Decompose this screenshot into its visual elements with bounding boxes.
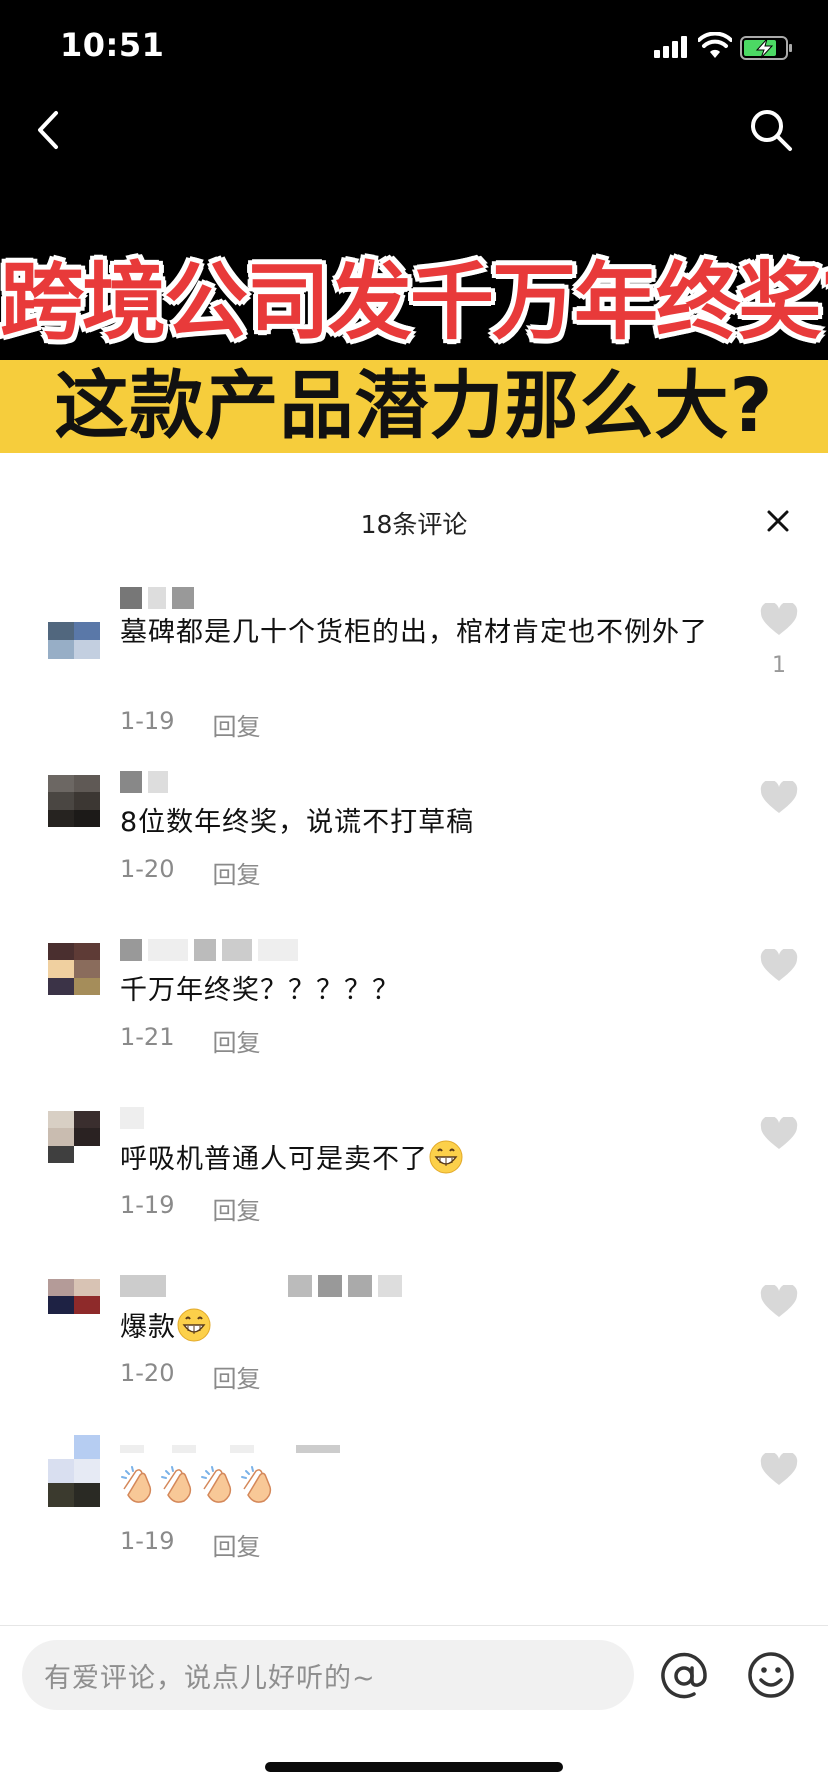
battery-charging-icon <box>740 36 792 60</box>
grin-emoji-icon <box>177 1308 211 1342</box>
comment-text: 爆款 <box>120 1307 740 1348</box>
comment-item[interactable]: 千万年终奖？？？？？ 1-21 回复 <box>0 931 828 1081</box>
status-time: 10:51 <box>60 26 165 64</box>
clap-emoji-icon <box>121 1466 152 1503</box>
comments-sheet: 18条评论 墓碑都是几十个货柜的出，棺材肯定也不例外了 1-19 回复 1 8位… <box>0 453 828 1792</box>
headline-text-2: 这款产品潜力那么大? <box>54 363 774 449</box>
reply-button[interactable]: 回复 <box>212 1191 260 1226</box>
comment-date: 1-19 <box>120 1527 175 1555</box>
username-blurred[interactable] <box>120 1275 450 1297</box>
comment-text-body: 爆款 <box>120 1312 176 1343</box>
comment-item[interactable]: 8位数年终奖，说谎不打草稿 1-20 回复 <box>0 763 828 913</box>
comment-input[interactable]: 有爱评论，说点儿好听的~ <box>22 1640 634 1710</box>
avatar[interactable] <box>48 1435 100 1507</box>
comment-date: 1-20 <box>120 855 175 883</box>
username-blurred[interactable] <box>120 939 420 961</box>
reply-button[interactable]: 回复 <box>212 707 260 742</box>
comment-meta: 1-19 回复 <box>120 1191 420 1226</box>
comment-text: 8位数年终奖，说谎不打草稿 <box>120 807 475 838</box>
avatar[interactable] <box>48 943 100 995</box>
avatar[interactable] <box>48 1111 100 1163</box>
avatar[interactable] <box>48 775 100 827</box>
comment-item[interactable]: 呼吸机普通人可是卖不了 1-19 回复 <box>0 1099 828 1249</box>
video-headline-line2: 这款产品潜力那么大? <box>0 360 828 453</box>
comment-date: 1-19 <box>120 707 175 735</box>
back-chevron-icon[interactable] <box>30 105 70 155</box>
cellular-signal-icon <box>654 36 688 58</box>
comment-text: 呼吸机普通人可是卖不了 <box>120 1139 740 1180</box>
comment-date: 1-20 <box>120 1359 175 1387</box>
comment-text <box>120 1465 740 1510</box>
comment-meta: 1-21 回复 <box>120 1023 420 1058</box>
reply-button[interactable]: 回复 <box>212 1359 260 1394</box>
username-blurred[interactable] <box>120 1445 380 1455</box>
comment-item[interactable]: 墓碑都是几十个货柜的出，棺材肯定也不例外了 1-19 回复 1 <box>0 573 828 741</box>
heart-icon[interactable] <box>760 603 798 637</box>
comment-date: 1-21 <box>120 1023 175 1051</box>
comment-item[interactable]: 爆款 1-20 回复 <box>0 1267 828 1417</box>
like-count: 1 <box>772 653 786 678</box>
comment-item[interactable]: 1-19 回复 <box>0 1435 828 1585</box>
comment-text: 千万年终奖？？？？？ <box>120 975 400 1006</box>
clap-emoji-icon <box>241 1466 272 1503</box>
at-icon[interactable] <box>658 1650 710 1702</box>
comment-date: 1-19 <box>120 1191 175 1219</box>
username-blurred[interactable] <box>120 587 380 609</box>
grin-emoji-icon <box>429 1140 463 1174</box>
home-indicator[interactable] <box>265 1762 563 1772</box>
reply-button[interactable]: 回复 <box>212 1023 260 1058</box>
heart-icon[interactable] <box>760 1285 798 1319</box>
avatar[interactable] <box>48 603 100 659</box>
video-area[interactable]: 10:51 跨境公司发千万年终奖? 这款产品潜力那么大? <box>0 0 828 453</box>
comment-text-body: 呼吸机普通人可是卖不了 <box>120 1144 428 1175</box>
smiley-icon[interactable] <box>746 1650 796 1700</box>
comments-count-title: 18条评论 <box>360 510 468 539</box>
comment-meta: 1-20 回复 <box>120 855 420 890</box>
comment-meta: 1-20 回复 <box>120 1359 420 1394</box>
status-bar: 10:51 <box>0 0 828 100</box>
heart-icon[interactable] <box>760 781 798 815</box>
reply-button[interactable]: 回复 <box>212 1527 260 1562</box>
avatar[interactable] <box>48 1279 100 1331</box>
headline-text-1: 跨境公司发千万年终奖? <box>0 253 828 351</box>
username-blurred[interactable] <box>120 1107 380 1129</box>
heart-icon[interactable] <box>760 949 798 983</box>
heart-icon[interactable] <box>760 1117 798 1151</box>
divider <box>0 1625 828 1626</box>
wifi-icon <box>698 32 732 58</box>
search-icon[interactable] <box>746 105 796 155</box>
video-headline-line1: 跨境公司发千万年终奖? <box>0 252 828 352</box>
username-blurred[interactable] <box>120 771 380 793</box>
comment-meta: 1-19 回复 <box>120 1527 420 1562</box>
reply-button[interactable]: 回复 <box>212 855 260 890</box>
clap-emoji-icon <box>201 1466 232 1503</box>
close-icon[interactable] <box>760 503 796 539</box>
comment-input-placeholder: 有爱评论，说点儿好听的~ <box>44 1663 376 1694</box>
clap-emoji-icon <box>161 1466 192 1503</box>
comment-text: 墓碑都是几十个货柜的出，棺材肯定也不例外了 <box>120 617 708 648</box>
comment-meta: 1-19 回复 <box>120 707 420 742</box>
heart-icon[interactable] <box>760 1453 798 1487</box>
